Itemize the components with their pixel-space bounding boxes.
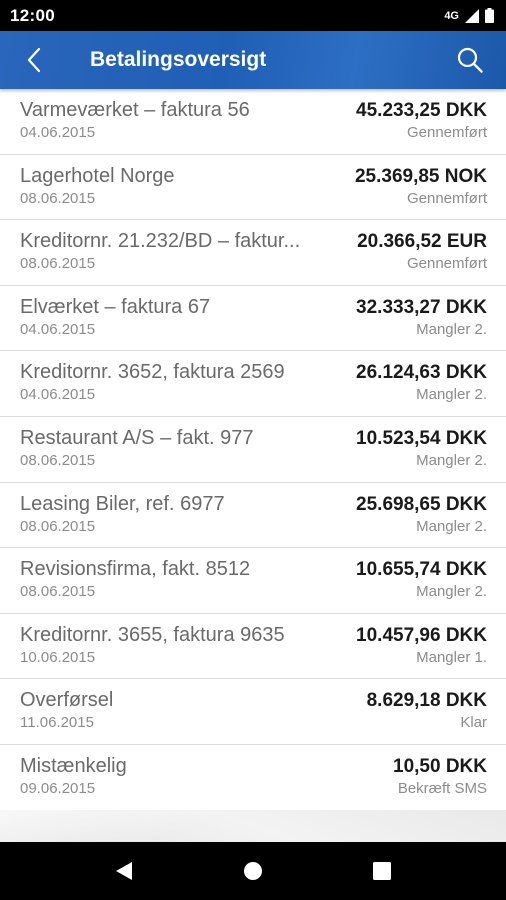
payment-row-left: Restaurant A/S – fakt. 977 08.06.2015: [20, 426, 348, 482]
battery-icon: [485, 8, 494, 23]
payment-amount: 10,50 DKK: [393, 755, 487, 777]
payment-amount: 10.457,96 DKK: [356, 624, 487, 646]
payment-row[interactable]: Kreditornr. 3655, faktura 9635 10.06.201…: [0, 614, 506, 680]
payment-date: 04.06.2015: [20, 320, 96, 338]
payment-row-left: Kreditornr. 21.232/BD – faktur... 08.06.…: [20, 229, 349, 285]
payment-name: Lagerhotel Norge: [20, 164, 175, 187]
payment-name: Overførsel: [20, 689, 114, 712]
payment-date: 08.06.2015: [20, 189, 96, 207]
payment-status: Bekræft SMS: [397, 779, 487, 797]
system-home-button[interactable]: [223, 842, 283, 900]
payment-row-right: 10.655,74 DKK Mangler 2.: [348, 557, 487, 613]
payment-row-left: Mistænkelig 09.06.2015: [20, 754, 385, 810]
payment-row[interactable]: Varmeværket – faktura 56 04.06.2015 45.2…: [0, 89, 506, 155]
payment-status: Mangler 2.: [416, 320, 487, 338]
payment-row-right: 26.124,63 DKK Mangler 2.: [348, 360, 487, 416]
back-button[interactable]: [0, 31, 72, 89]
payment-row-right: 45.233,25 DKK Gennemført: [348, 98, 487, 154]
payment-date: 08.06.2015: [20, 517, 96, 535]
payment-date: 08.06.2015: [20, 583, 96, 601]
payment-date: 08.06.2015: [20, 255, 96, 273]
search-icon: [457, 47, 483, 73]
status-icons: 4G: [444, 8, 494, 23]
payment-name: Restaurant A/S – fakt. 977: [20, 426, 254, 449]
payment-date: 04.06.2015: [20, 124, 96, 141]
payment-status: Mangler 2.: [416, 583, 487, 601]
payment-row-right: 32.333,27 DKK Mangler 2.: [348, 295, 487, 351]
payment-amount: 25.369,85 NOK: [354, 165, 487, 187]
payment-name: Mistænkelig: [20, 754, 127, 777]
status-bar: 12:00 4G: [0, 0, 506, 31]
payment-row-left: Overførsel 11.06.2015: [20, 688, 359, 744]
payment-name: Kreditornr. 3652, faktura 2569: [20, 361, 285, 384]
payment-status: Gennemført: [406, 124, 487, 141]
app-bar: Betalingsoversigt: [0, 31, 506, 89]
payment-list[interactable]: Varmeværket – faktura 56 04.06.2015 45.2…: [0, 89, 506, 810]
payment-row-left: Kreditornr. 3655, faktura 9635 10.06.201…: [20, 623, 348, 679]
payment-row[interactable]: Revisionsfirma, fakt. 8512 08.06.2015 10…: [0, 548, 506, 614]
system-nav-bar: [0, 842, 506, 900]
payment-date: 04.06.2015: [20, 386, 96, 404]
payment-row-right: 8.629,18 DKK Klar: [359, 688, 487, 744]
payment-status: Mangler 2.: [416, 517, 487, 535]
payment-status: Mangler 2.: [416, 451, 487, 469]
payment-name: Varmeværket – faktura 56: [20, 99, 250, 121]
triangle-back-icon: [116, 862, 133, 880]
payment-amount: 10.523,54 DKK: [356, 427, 487, 449]
payment-status: Mangler 2.: [416, 386, 487, 404]
payment-name: Leasing Biler, ref. 6977: [20, 492, 225, 515]
payment-date: 11.06.2015: [20, 714, 94, 732]
payment-amount: 32.333,27 DKK: [356, 296, 487, 318]
payment-row[interactable]: Restaurant A/S – fakt. 977 08.06.2015 10…: [0, 417, 506, 483]
payment-row[interactable]: Elværket – faktura 67 04.06.2015 32.333,…: [0, 286, 506, 352]
payment-row-left: Elværket – faktura 67 04.06.2015: [20, 295, 348, 351]
payment-status: Gennemført: [406, 189, 487, 207]
payment-name: Elværket – faktura 67: [20, 295, 211, 318]
payment-row-right: 10,50 DKK Bekræft SMS: [385, 754, 487, 810]
payment-amount: 20.366,52 EUR: [357, 231, 487, 253]
payment-row-left: Kreditornr. 3652, faktura 2569 04.06.201…: [20, 360, 348, 416]
payment-date: 10.06.2015: [20, 648, 96, 666]
system-back-button[interactable]: [94, 842, 154, 900]
payment-row[interactable]: Kreditornr. 3652, faktura 2569 04.06.201…: [0, 351, 506, 417]
circle-home-icon: [243, 862, 262, 880]
status-time: 12:00: [10, 5, 55, 25]
payment-date: 08.06.2015: [20, 451, 96, 469]
payment-row[interactable]: Mistænkelig 09.06.2015 10,50 DKK Bekræft…: [0, 745, 506, 810]
payment-row-left: Leasing Biler, ref. 6977 08.06.2015: [20, 492, 348, 548]
payment-status: Gennemført: [406, 255, 487, 273]
payment-row-left: Revisionsfirma, fakt. 8512 08.06.2015: [20, 557, 348, 613]
payment-row-right: 25.369,85 NOK Gennemført: [347, 164, 487, 220]
signal-icon: [465, 8, 479, 23]
payment-amount: 8.629,18 DKK: [366, 690, 487, 712]
payment-row-right: 25.698,65 DKK Mangler 2.: [348, 492, 487, 548]
system-recents-button[interactable]: [352, 842, 412, 900]
payment-row[interactable]: Lagerhotel Norge 08.06.2015 25.369,85 NO…: [0, 155, 506, 221]
chevron-left-icon: [27, 47, 41, 73]
page-title: Betalingsoversigt: [90, 48, 267, 71]
square-recents-icon: [372, 862, 391, 880]
payment-amount: 26.124,63 DKK: [356, 362, 487, 384]
payment-name: Revisionsfirma, fakt. 8512: [20, 558, 251, 581]
network-type-label: 4G: [444, 9, 459, 22]
payment-name: Kreditornr. 21.232/BD – faktur...: [20, 230, 301, 253]
payment-row-right: 20.366,52 EUR Gennemført: [349, 229, 487, 285]
payment-row-left: Lagerhotel Norge 08.06.2015: [20, 164, 347, 220]
payment-status: Klar: [460, 714, 487, 732]
payment-row-left: Varmeværket – faktura 56 04.06.2015: [20, 98, 348, 154]
payment-row[interactable]: Overførsel 11.06.2015 8.629,18 DKK Klar: [0, 679, 506, 745]
payment-date: 09.06.2015: [20, 779, 96, 797]
payment-amount: 45.233,25 DKK: [356, 100, 487, 121]
payment-amount: 10.655,74 DKK: [356, 559, 487, 581]
payment-amount: 25.698,65 DKK: [356, 493, 487, 515]
background-pattern: [0, 810, 506, 842]
payment-status: Mangler 1.: [416, 648, 487, 666]
payment-row-right: 10.523,54 DKK Mangler 2.: [348, 426, 487, 482]
payment-row[interactable]: Kreditornr. 21.232/BD – faktur... 08.06.…: [0, 220, 506, 286]
payment-row-right: 10.457,96 DKK Mangler 1.: [348, 623, 487, 679]
payment-row[interactable]: Leasing Biler, ref. 6977 08.06.2015 25.6…: [0, 483, 506, 549]
payment-name: Kreditornr. 3655, faktura 9635: [20, 623, 285, 646]
search-button[interactable]: [440, 31, 500, 89]
